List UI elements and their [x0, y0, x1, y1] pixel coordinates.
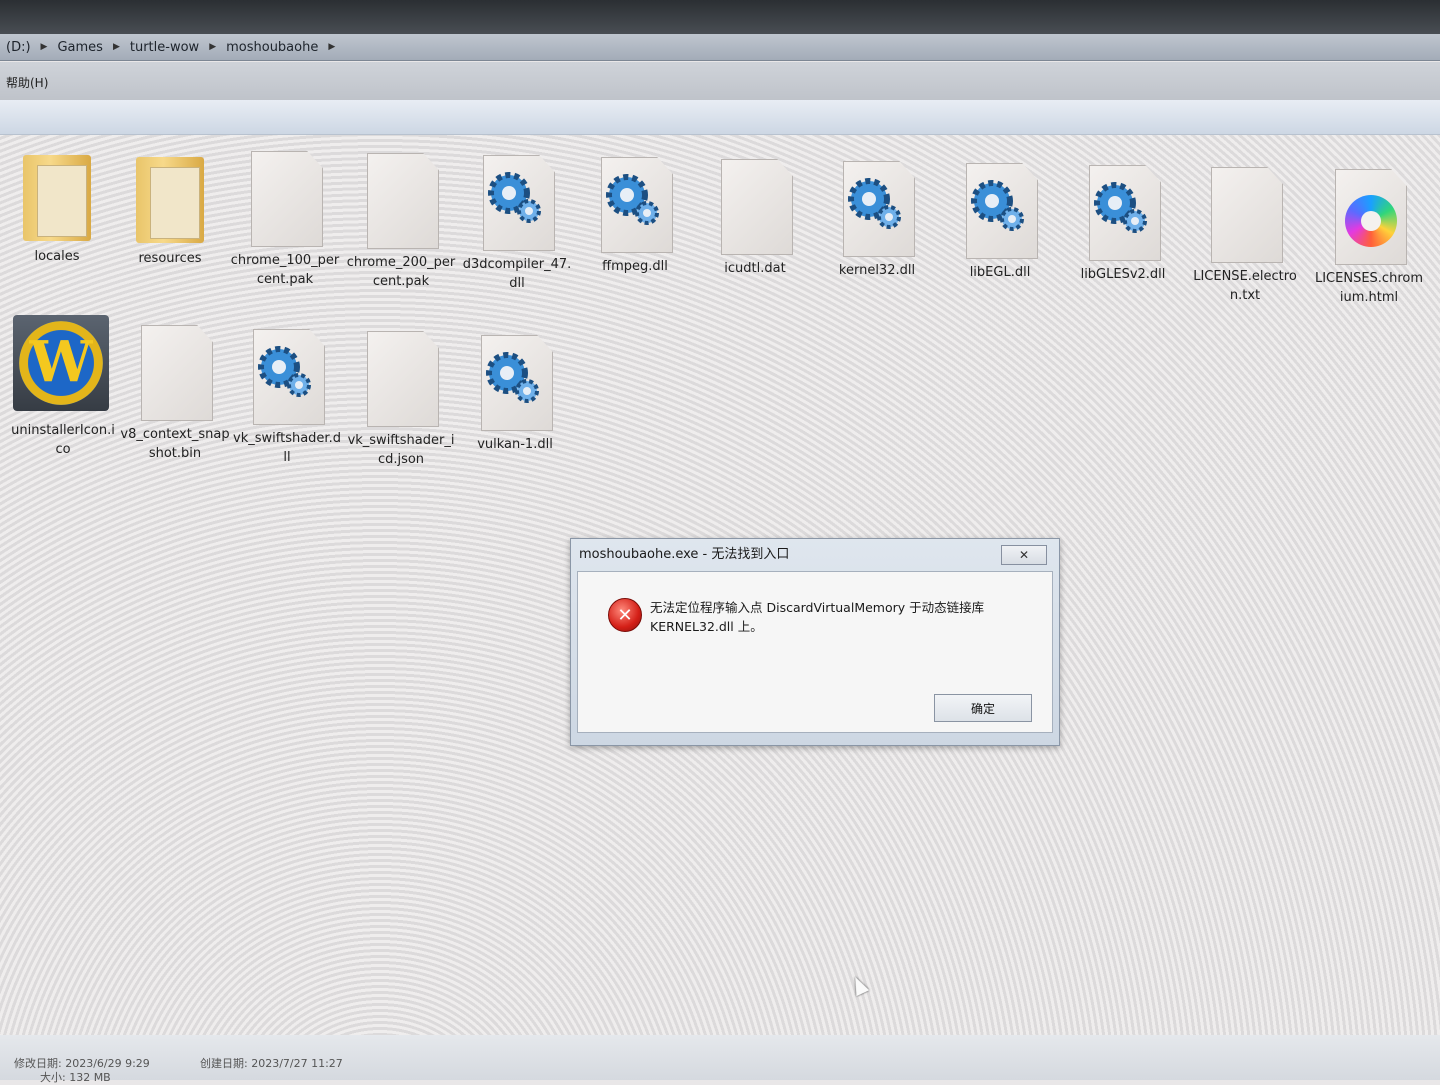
document-icon — [721, 159, 793, 255]
error-message: 无法定位程序输入点 DiscardVirtualMemory 于动态链接库 KE… — [650, 598, 1030, 636]
file-label: vulkan-1.dll — [477, 437, 553, 452]
file-label: ffmpeg.dll — [602, 259, 668, 274]
file-label: LICENSE.electron.txt — [1193, 269, 1297, 303]
document-icon — [251, 151, 323, 247]
file-item[interactable]: chrome_100_percent.pak — [230, 145, 340, 289]
document-icon — [141, 325, 213, 421]
breadcrumb-drive[interactable]: (D:) — [6, 40, 31, 55]
toolbar — [0, 100, 1440, 135]
file-item[interactable]: locales — [2, 141, 112, 266]
file-label: libGLESv2.dll — [1080, 267, 1166, 282]
chevron-right-icon[interactable]: ▶ — [41, 42, 48, 52]
file-label: LICENSES.chromium.html — [1314, 271, 1423, 305]
breadcrumb-moshoubaohe[interactable]: moshoubaohe — [226, 40, 318, 55]
monitor-bezel — [0, 0, 1440, 36]
file-label: v8_context_snapshot.bin — [120, 427, 230, 461]
file-item[interactable]: W uninstallerIcon.ico — [8, 315, 118, 459]
folder-icon — [23, 155, 91, 241]
ok-button[interactable]: 确定 — [934, 694, 1032, 722]
file-item[interactable]: libEGL.dll — [945, 157, 1055, 282]
file-label: libEGL.dll — [969, 265, 1031, 280]
gear-icon — [1094, 182, 1147, 233]
file-item[interactable]: chrome_200_percent.pak — [346, 147, 456, 291]
file-item[interactable]: vk_swiftshader_icd.json — [346, 325, 456, 469]
close-button[interactable]: ✕ — [1001, 545, 1047, 565]
file-label: d3dcompiler_47.dll — [462, 257, 572, 291]
file-item[interactable]: kernel32.dll — [822, 155, 932, 280]
file-size: 大小: 132 MB — [40, 1071, 111, 1084]
document-icon — [367, 331, 439, 427]
file-item[interactable]: d3dcompiler_47.dll — [462, 149, 572, 293]
file-item[interactable]: vk_swiftshader.dll — [232, 323, 342, 467]
address-bar[interactable]: (D:) ▶ Games ▶ turtle-wow ▶ moshoubaohe … — [0, 34, 1440, 61]
error-dialog: moshoubaohe.exe - 无法找到入口 ✕ ✕ 无法定位程序输入点 D… — [570, 538, 1060, 746]
created-date: 创建日期: 2023/7/27 11:27 — [200, 1057, 343, 1070]
dialog-body: ✕ 无法定位程序输入点 DiscardVirtualMemory 于动态链接库 … — [577, 571, 1053, 733]
wow-logo-icon: W — [13, 315, 109, 411]
error-message-line2: KERNEL32.dll 上。 — [650, 619, 763, 634]
file-label: vk_swiftshader.dll — [233, 431, 341, 465]
chromium-icon — [1345, 195, 1397, 247]
text-file-icon — [1211, 167, 1283, 263]
gear-icon — [486, 352, 539, 403]
file-icon-grid: locales resources chrome_100_percent.pak… — [0, 135, 1440, 495]
error-message-line1: 无法定位程序输入点 DiscardVirtualMemory 于动态链接库 — [650, 600, 985, 615]
file-label: resources — [138, 251, 202, 266]
file-label: uninstallerIcon.ico — [11, 423, 115, 457]
gear-icon — [971, 180, 1024, 231]
file-item[interactable]: resources — [115, 143, 225, 268]
file-item[interactable]: icudtl.dat — [700, 153, 810, 278]
file-item[interactable]: v8_context_snapshot.bin — [120, 319, 230, 463]
menu-help[interactable]: 帮助(H) — [0, 62, 54, 91]
file-label: icudtl.dat — [724, 261, 786, 276]
folder-icon — [136, 157, 204, 243]
gear-icon — [488, 172, 541, 223]
close-icon: ✕ — [1018, 548, 1030, 562]
file-item[interactable]: ffmpeg.dll — [580, 151, 690, 276]
menu-bar: 帮助(H) — [0, 62, 1440, 100]
dialog-title: moshoubaohe.exe - 无法找到入口 — [579, 547, 790, 562]
file-item[interactable]: libGLESv2.dll — [1068, 159, 1178, 284]
file-item[interactable]: vulkan-1.dll — [460, 329, 570, 454]
breadcrumb-turtle-wow[interactable]: turtle-wow — [130, 40, 199, 55]
gear-icon — [848, 178, 901, 229]
details-pane: 修改日期: 2023/6/29 9:29 创建日期: 2023/7/27 11:… — [0, 1035, 1440, 1084]
breadcrumb-games[interactable]: Games — [57, 40, 102, 55]
chevron-right-icon[interactable]: ▶ — [328, 42, 335, 52]
document-icon — [367, 153, 439, 249]
file-label: locales — [34, 249, 80, 264]
error-icon: ✕ — [608, 598, 642, 632]
chevron-right-icon[interactable]: ▶ — [209, 42, 216, 52]
chevron-right-icon[interactable]: ▶ — [113, 42, 120, 52]
file-label: chrome_200_percent.pak — [346, 255, 456, 289]
file-item[interactable]: LICENSE.electron.txt — [1190, 161, 1300, 305]
file-label: kernel32.dll — [838, 263, 916, 278]
gear-icon — [258, 346, 311, 397]
file-label: chrome_100_percent.pak — [230, 253, 340, 287]
gear-icon — [606, 174, 659, 225]
file-item[interactable]: LICENSES.chromium.html — [1314, 163, 1424, 307]
file-label: vk_swiftshader_icd.json — [347, 433, 455, 467]
